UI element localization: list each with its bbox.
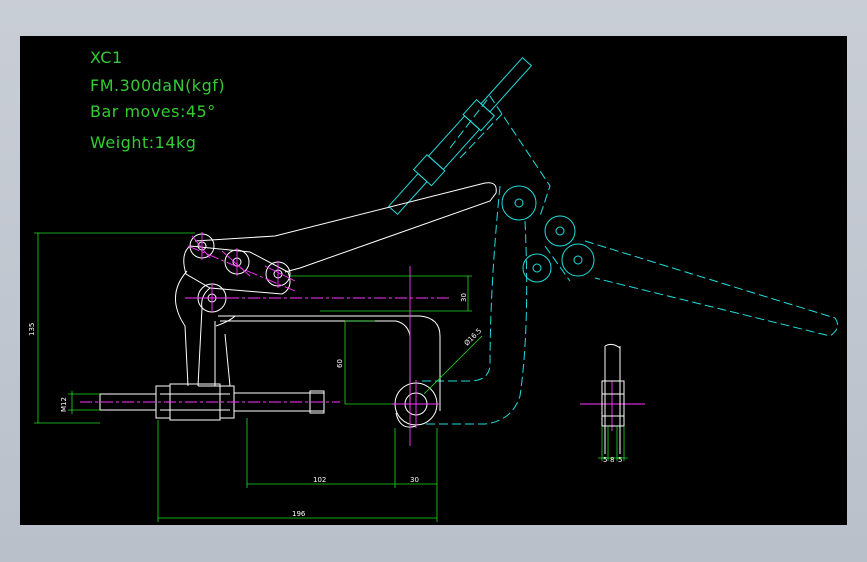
dim-196: 196 bbox=[292, 510, 306, 518]
dim-30-right: 30 bbox=[460, 293, 468, 302]
dimensions: 135 M12 30 60 Ø16.5 102 30 196 bbox=[28, 232, 484, 522]
dim-diameter: Ø16.5 bbox=[463, 327, 484, 348]
cad-viewport[interactable]: XC1 FM.300daN(kgf) Bar moves:45° Weight:… bbox=[20, 36, 847, 525]
open-position-phantom bbox=[387, 56, 839, 425]
dim-30-bottom: 30 bbox=[410, 476, 419, 484]
dim-height: 135 bbox=[28, 323, 36, 336]
centerlines bbox=[80, 232, 645, 446]
technical-drawing: XC1 FM.300daN(kgf) Bar moves:45° Weight:… bbox=[28, 48, 839, 522]
dim-side-a: 5 bbox=[603, 456, 607, 464]
clamp-body bbox=[99, 182, 497, 428]
weight-note: Weight:14kg bbox=[90, 133, 196, 152]
dim-thread: M12 bbox=[60, 397, 68, 412]
dim-102: 102 bbox=[313, 476, 326, 484]
dim-side-c: 5 bbox=[618, 456, 622, 464]
dim-side-b: 8 bbox=[610, 456, 614, 464]
force-note: FM.300daN(kgf) bbox=[90, 76, 225, 95]
notes-block: XC1 FM.300daN(kgf) Bar moves:45° Weight:… bbox=[90, 48, 225, 152]
dim-60: 60 bbox=[336, 359, 344, 368]
model-note: XC1 bbox=[90, 48, 123, 67]
bar-moves-note: Bar moves:45° bbox=[90, 102, 216, 121]
